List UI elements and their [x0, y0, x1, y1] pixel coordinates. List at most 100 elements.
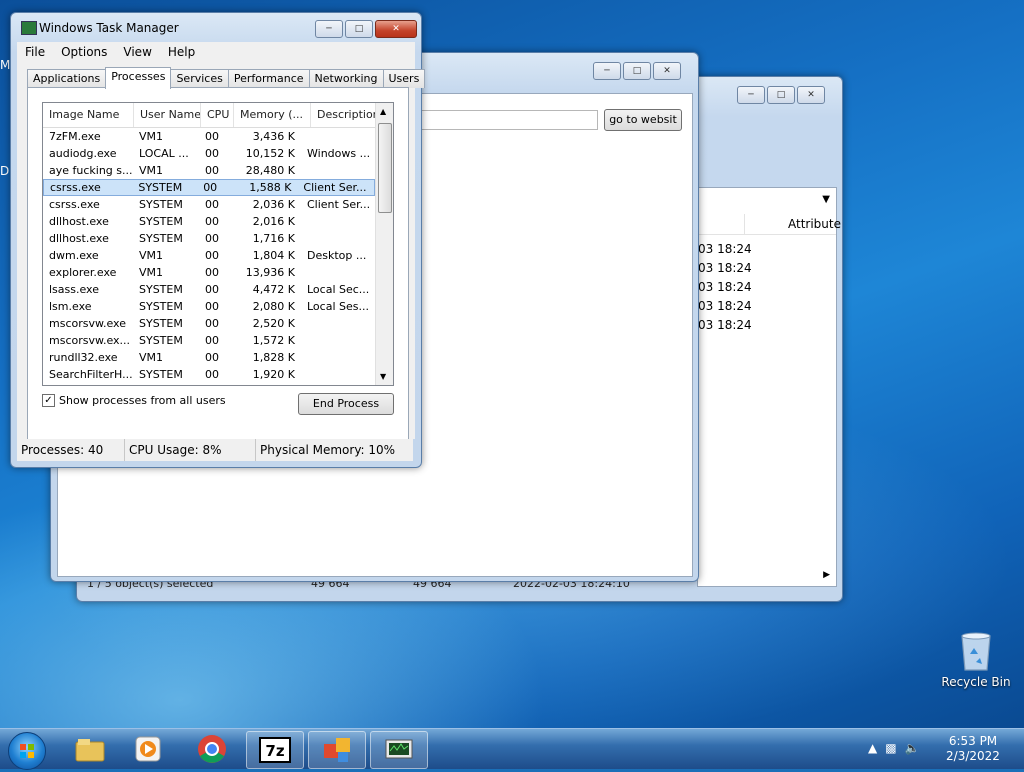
status-processes: Processes: 40	[17, 439, 125, 461]
cell-image-name: mscorsvw.exe	[49, 317, 126, 330]
table-row[interactable]: csrss.exe SYSTEM 00 1,588 K Client Ser...	[43, 179, 375, 196]
recycle-bin[interactable]: Recycle Bin	[940, 628, 1012, 689]
list-item-time[interactable]: 03 18:24	[698, 297, 752, 316]
cell-image-name: SearchFilterH...	[49, 368, 133, 381]
maximize-button[interactable]: □	[767, 86, 795, 104]
close-button[interactable]: ✕	[375, 20, 417, 38]
menu-options[interactable]: Options	[53, 45, 115, 59]
column-header-image-name[interactable]: Image Name	[43, 103, 134, 127]
window-title: Windows Task Manager	[39, 21, 179, 35]
column-header-attribute[interactable]: Attribute	[788, 214, 841, 234]
taskbar-task-manager[interactable]	[370, 731, 428, 769]
table-row[interactable]: mscorsvw.ex... SYSTEM 00 1,572 K	[43, 332, 393, 349]
scroll-up-icon[interactable]: ▲	[380, 107, 386, 116]
cell-description	[301, 315, 379, 332]
processes-panel: Image Name User Name CPU Memory (... Des…	[27, 87, 409, 441]
minimize-button[interactable]: ─	[737, 86, 765, 104]
scroll-thumb[interactable]	[378, 123, 392, 213]
taskbar-media-player[interactable]	[120, 731, 176, 767]
clock[interactable]: 6:53 PM 2/3/2022	[940, 734, 1006, 764]
cell-image-name: csrss.exe	[50, 181, 101, 194]
start-button[interactable]	[8, 732, 46, 770]
minimize-button[interactable]: ─	[315, 20, 343, 38]
network-icon[interactable]: ▩	[885, 741, 896, 755]
show-all-users-option[interactable]: ✓ Show processes from all users	[42, 394, 226, 407]
cell-description: Client Ser...	[307, 198, 371, 211]
url-input[interactable]	[418, 110, 598, 130]
column-header-cpu[interactable]: CPU	[201, 103, 234, 127]
cell-image-name: dllhost.exe	[49, 215, 109, 228]
list-item-time[interactable]: 03 18:24	[698, 316, 752, 335]
table-row[interactable]: rundll32.exe VM1 00 1,828 K	[43, 349, 393, 366]
list-item-time[interactable]: 03 18:24	[698, 240, 752, 259]
column-header-user-name[interactable]: User Name	[134, 103, 201, 127]
tab-applications[interactable]: Applications	[27, 69, 107, 88]
cell-description	[301, 332, 379, 349]
7zip-icon: 7z	[259, 737, 291, 763]
table-row[interactable]: lsm.exe SYSTEM 00 2,080 K Local Ses...	[43, 298, 393, 315]
table-row[interactable]: dllhost.exe SYSTEM 00 1,716 K	[43, 230, 393, 247]
tab-services[interactable]: Services	[170, 69, 229, 88]
list-item-time[interactable]: 03 18:24	[698, 278, 752, 297]
menu-help[interactable]: Help	[160, 45, 203, 59]
cell-cpu: 00	[205, 130, 219, 143]
cell-cpu: 00	[205, 232, 219, 245]
cell-user-name: VM1	[139, 130, 164, 143]
maximize-button[interactable]: □	[345, 20, 373, 38]
go-to-website-button[interactable]: go to websit	[604, 109, 682, 131]
maximize-button[interactable]: □	[623, 62, 651, 80]
tab-users[interactable]: Users	[382, 69, 426, 88]
table-row[interactable]: aye fucking s... VM1 00 28,480 K	[43, 162, 393, 179]
table-row[interactable]: 7zFM.exe VM1 00 3,436 K	[43, 128, 393, 145]
taskbar-explorer[interactable]	[62, 731, 118, 767]
table-row[interactable]: mscorsvw.exe SYSTEM 00 2,520 K	[43, 315, 393, 332]
show-hidden-icons-icon[interactable]: ▲	[868, 741, 877, 755]
table-row[interactable]: lsass.exe SYSTEM 00 4,472 K Local Sec...	[43, 281, 393, 298]
taskbar-chrome[interactable]	[184, 731, 240, 767]
tab-strip: Applications Processes Services Performa…	[27, 67, 426, 89]
cell-cpu: 00	[205, 249, 219, 262]
cell-description	[301, 128, 379, 145]
minimize-button[interactable]: ─	[593, 62, 621, 80]
column-header-memory[interactable]: Memory (...	[234, 103, 311, 127]
end-process-button[interactable]: End Process	[298, 393, 394, 415]
cell-image-name: dllhost.exe	[49, 232, 109, 245]
vertical-scrollbar[interactable]: ▲ ▼	[375, 103, 393, 385]
menu-file[interactable]: File	[17, 45, 53, 59]
tab-performance[interactable]: Performance	[227, 69, 310, 88]
show-all-users-checkbox[interactable]: ✓	[42, 394, 55, 407]
table-row[interactable]: SearchFilterH... SYSTEM 00 1,920 K	[43, 366, 393, 383]
table-row[interactable]: dllhost.exe SYSTEM 00 2,016 K	[43, 213, 393, 230]
process-list[interactable]: Image Name User Name CPU Memory (... Des…	[42, 102, 394, 386]
cell-user-name: VM1	[139, 249, 164, 262]
office-app-icon	[324, 738, 350, 762]
table-row[interactable]: csrss.exe SYSTEM 00 2,036 K Client Ser...	[43, 196, 393, 213]
tab-networking[interactable]: Networking	[308, 69, 384, 88]
cell-user-name: SYSTEM	[139, 300, 183, 313]
table-row[interactable]: audiodg.exe LOCAL ... 00 10,152 K Windows ..…	[43, 145, 393, 162]
close-button[interactable]: ✕	[653, 62, 681, 80]
cell-description: Windows ...	[307, 147, 371, 160]
media-player-icon	[135, 736, 161, 762]
file-list-panel[interactable]: ▼ Attribute 03 18:24 03 18:24 03 18:24 0…	[697, 187, 841, 587]
menu-view[interactable]: View	[115, 45, 159, 59]
scroll-down-icon[interactable]: ▼	[380, 372, 386, 381]
cell-user-name: SYSTEM	[139, 317, 183, 330]
cell-cpu: 00	[205, 198, 219, 211]
cell-memory: 1,572 K	[252, 334, 295, 347]
window-buttons: ─ □ ✕	[737, 86, 825, 104]
taskbar-office-app[interactable]	[308, 731, 366, 769]
clock-date: 2/3/2022	[946, 749, 1000, 763]
table-row[interactable]: explorer.exe VM1 00 13,936 K	[43, 264, 393, 281]
cell-cpu: 00	[205, 334, 219, 347]
volume-icon[interactable]: 🔈	[905, 741, 920, 755]
table-row[interactable]: dwm.exe VM1 00 1,804 K Desktop ...	[43, 247, 393, 264]
taskbar-7zip[interactable]: 7z	[246, 731, 304, 769]
tab-processes[interactable]: Processes	[105, 67, 172, 89]
desktop-edge-text: M	[0, 58, 11, 72]
list-item-time[interactable]: 03 18:24	[698, 259, 752, 278]
cell-user-name: VM1	[139, 164, 164, 177]
task-manager-window[interactable]: Windows Task Manager ─ □ ✕ File Options …	[10, 12, 426, 468]
dropdown-arrow-icon[interactable]: ▼	[822, 194, 830, 205]
close-button[interactable]: ✕	[797, 86, 825, 104]
